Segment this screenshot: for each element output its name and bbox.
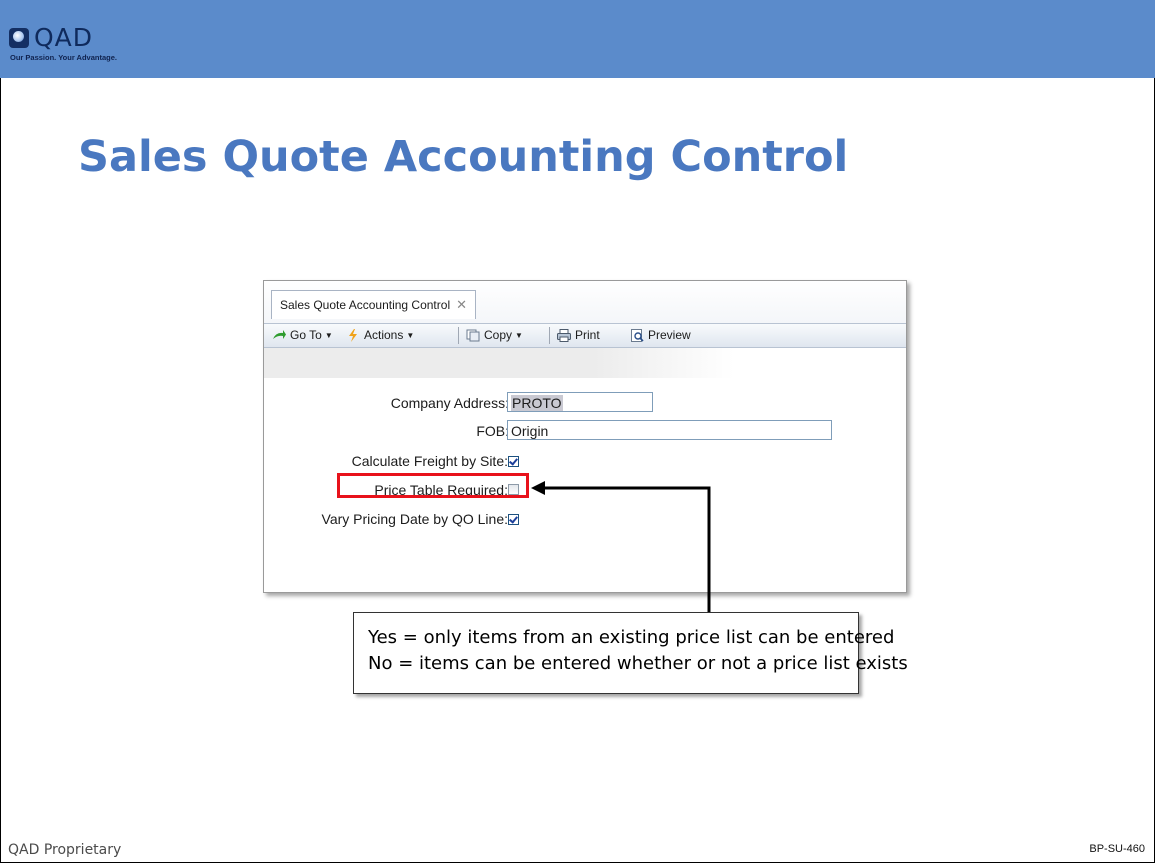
callout-arrow bbox=[531, 481, 711, 612]
footer-proprietary: QAD Proprietary bbox=[8, 842, 122, 858]
callout-line-no: No = items can be entered whether or not… bbox=[368, 653, 908, 674]
footer-page-code: BP-SU-460 bbox=[1089, 843, 1145, 855]
callout-box: Yes = only items from an existing price … bbox=[353, 612, 908, 694]
callout-line-yes: Yes = only items from an existing price … bbox=[368, 627, 895, 648]
